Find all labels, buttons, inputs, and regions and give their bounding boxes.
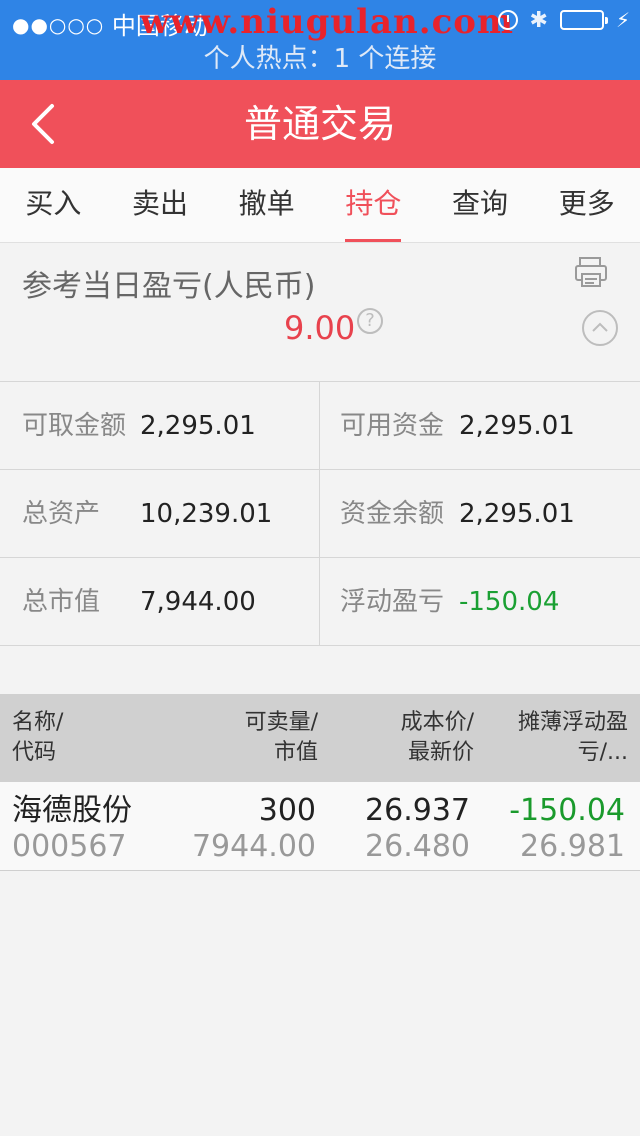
status-bar: ●●○○○ 中国移动 www.niugulan.com ✱ ⚡ 个人热点：1 个… [0,0,640,80]
status-icons: ✱ ⚡ [497,6,630,34]
daily-profit-value: 9.00 [284,309,356,347]
summary-cell: 浮动盈亏 -150.04 [320,558,640,646]
cost-price: 26.937 [365,793,470,828]
tab-buy[interactable]: 买入 [0,168,107,242]
holdings-table-header: 名称/ 代码 可卖量/ 市值 成本价/ 最新价 摊薄浮动盈 亏/... [0,694,640,782]
summary-value: 10,239.01 [140,499,273,529]
latest-price: 26.480 [365,829,470,864]
page-title: 普通交易 [243,102,396,146]
stock-code: 000567 [12,829,127,864]
summary-key: 总资产 [22,499,101,529]
sellable-quantity: 300 [258,793,316,828]
account-summary: 可取金额 2,295.01 可用资金 2,295.01 总资产 10,239.0… [0,382,640,646]
hotspot-banner[interactable]: 个人热点：1 个连接 [0,40,640,80]
summary-value: 2,295.01 [140,411,256,441]
stock-name: 海德股份 [12,793,132,828]
table-row[interactable]: 海德股份 000567 300 7944.00 26.937 26.480 -1… [0,782,640,871]
status-row: ●●○○○ 中国移动 www.niugulan.com ✱ ⚡ [0,0,640,42]
summary-key: 可取金额 [22,411,127,441]
summary-key: 总市值 [22,587,101,617]
summary-value: 7,944.00 [140,587,256,617]
summary-cell: 可用资金 2,295.01 [320,382,640,470]
charging-icon: ⚡ [615,8,630,32]
floating-profit-sub: 26.981 [520,829,625,864]
summary-cell: 总资产 10,239.01 [0,470,320,558]
daily-profit-panel: 参考当日盈亏(人民币) 9.00 ? [0,243,640,382]
summary-cell: 资金余额 2,295.01 [320,470,640,558]
daily-profit-label: 参考当日盈亏(人民币) [22,269,316,304]
column-header-quantity[interactable]: 可卖量/ 市值 [245,708,318,768]
floating-profit: -150.04 [509,793,625,828]
tab-sell[interactable]: 卖出 [107,168,214,242]
summary-cell: 可取金额 2,295.01 [0,382,320,470]
market-value: 7944.00 [191,829,316,864]
summary-key: 可用资金 [340,411,445,441]
printer-icon[interactable] [574,256,608,290]
column-header-name[interactable]: 名称/ 代码 [12,708,63,768]
column-header-price[interactable]: 成本价/ 最新价 [401,708,474,768]
summary-cell: 总市值 7,944.00 [0,558,320,646]
signal-strength-icon: ●●○○○ [12,13,105,37]
watermark-text: www.niugulan.com [140,2,514,42]
help-icon[interactable]: ? [357,308,383,334]
nav-bar: 普通交易 [0,80,640,168]
summary-value: 2,295.01 [459,411,575,441]
summary-key: 资金余额 [340,499,445,529]
summary-value: 2,295.01 [459,499,575,529]
chevron-up-icon [592,322,608,332]
summary-value: -150.04 [459,587,560,617]
bluetooth-icon: ✱ [529,7,548,33]
trade-tabs: 买入 卖出 撤单 持仓 查询 更多 [0,168,640,243]
tab-cancel[interactable]: 撤单 [213,168,320,242]
tab-query[interactable]: 查询 [427,168,534,242]
tab-more[interactable]: 更多 [533,168,640,242]
column-header-profit[interactable]: 摊薄浮动盈 亏/... [518,708,628,768]
summary-key: 浮动盈亏 [340,587,445,617]
tab-positions[interactable]: 持仓 [320,168,427,242]
alarm-icon [497,10,518,30]
collapse-icon[interactable] [582,310,618,346]
battery-icon [559,10,608,30]
